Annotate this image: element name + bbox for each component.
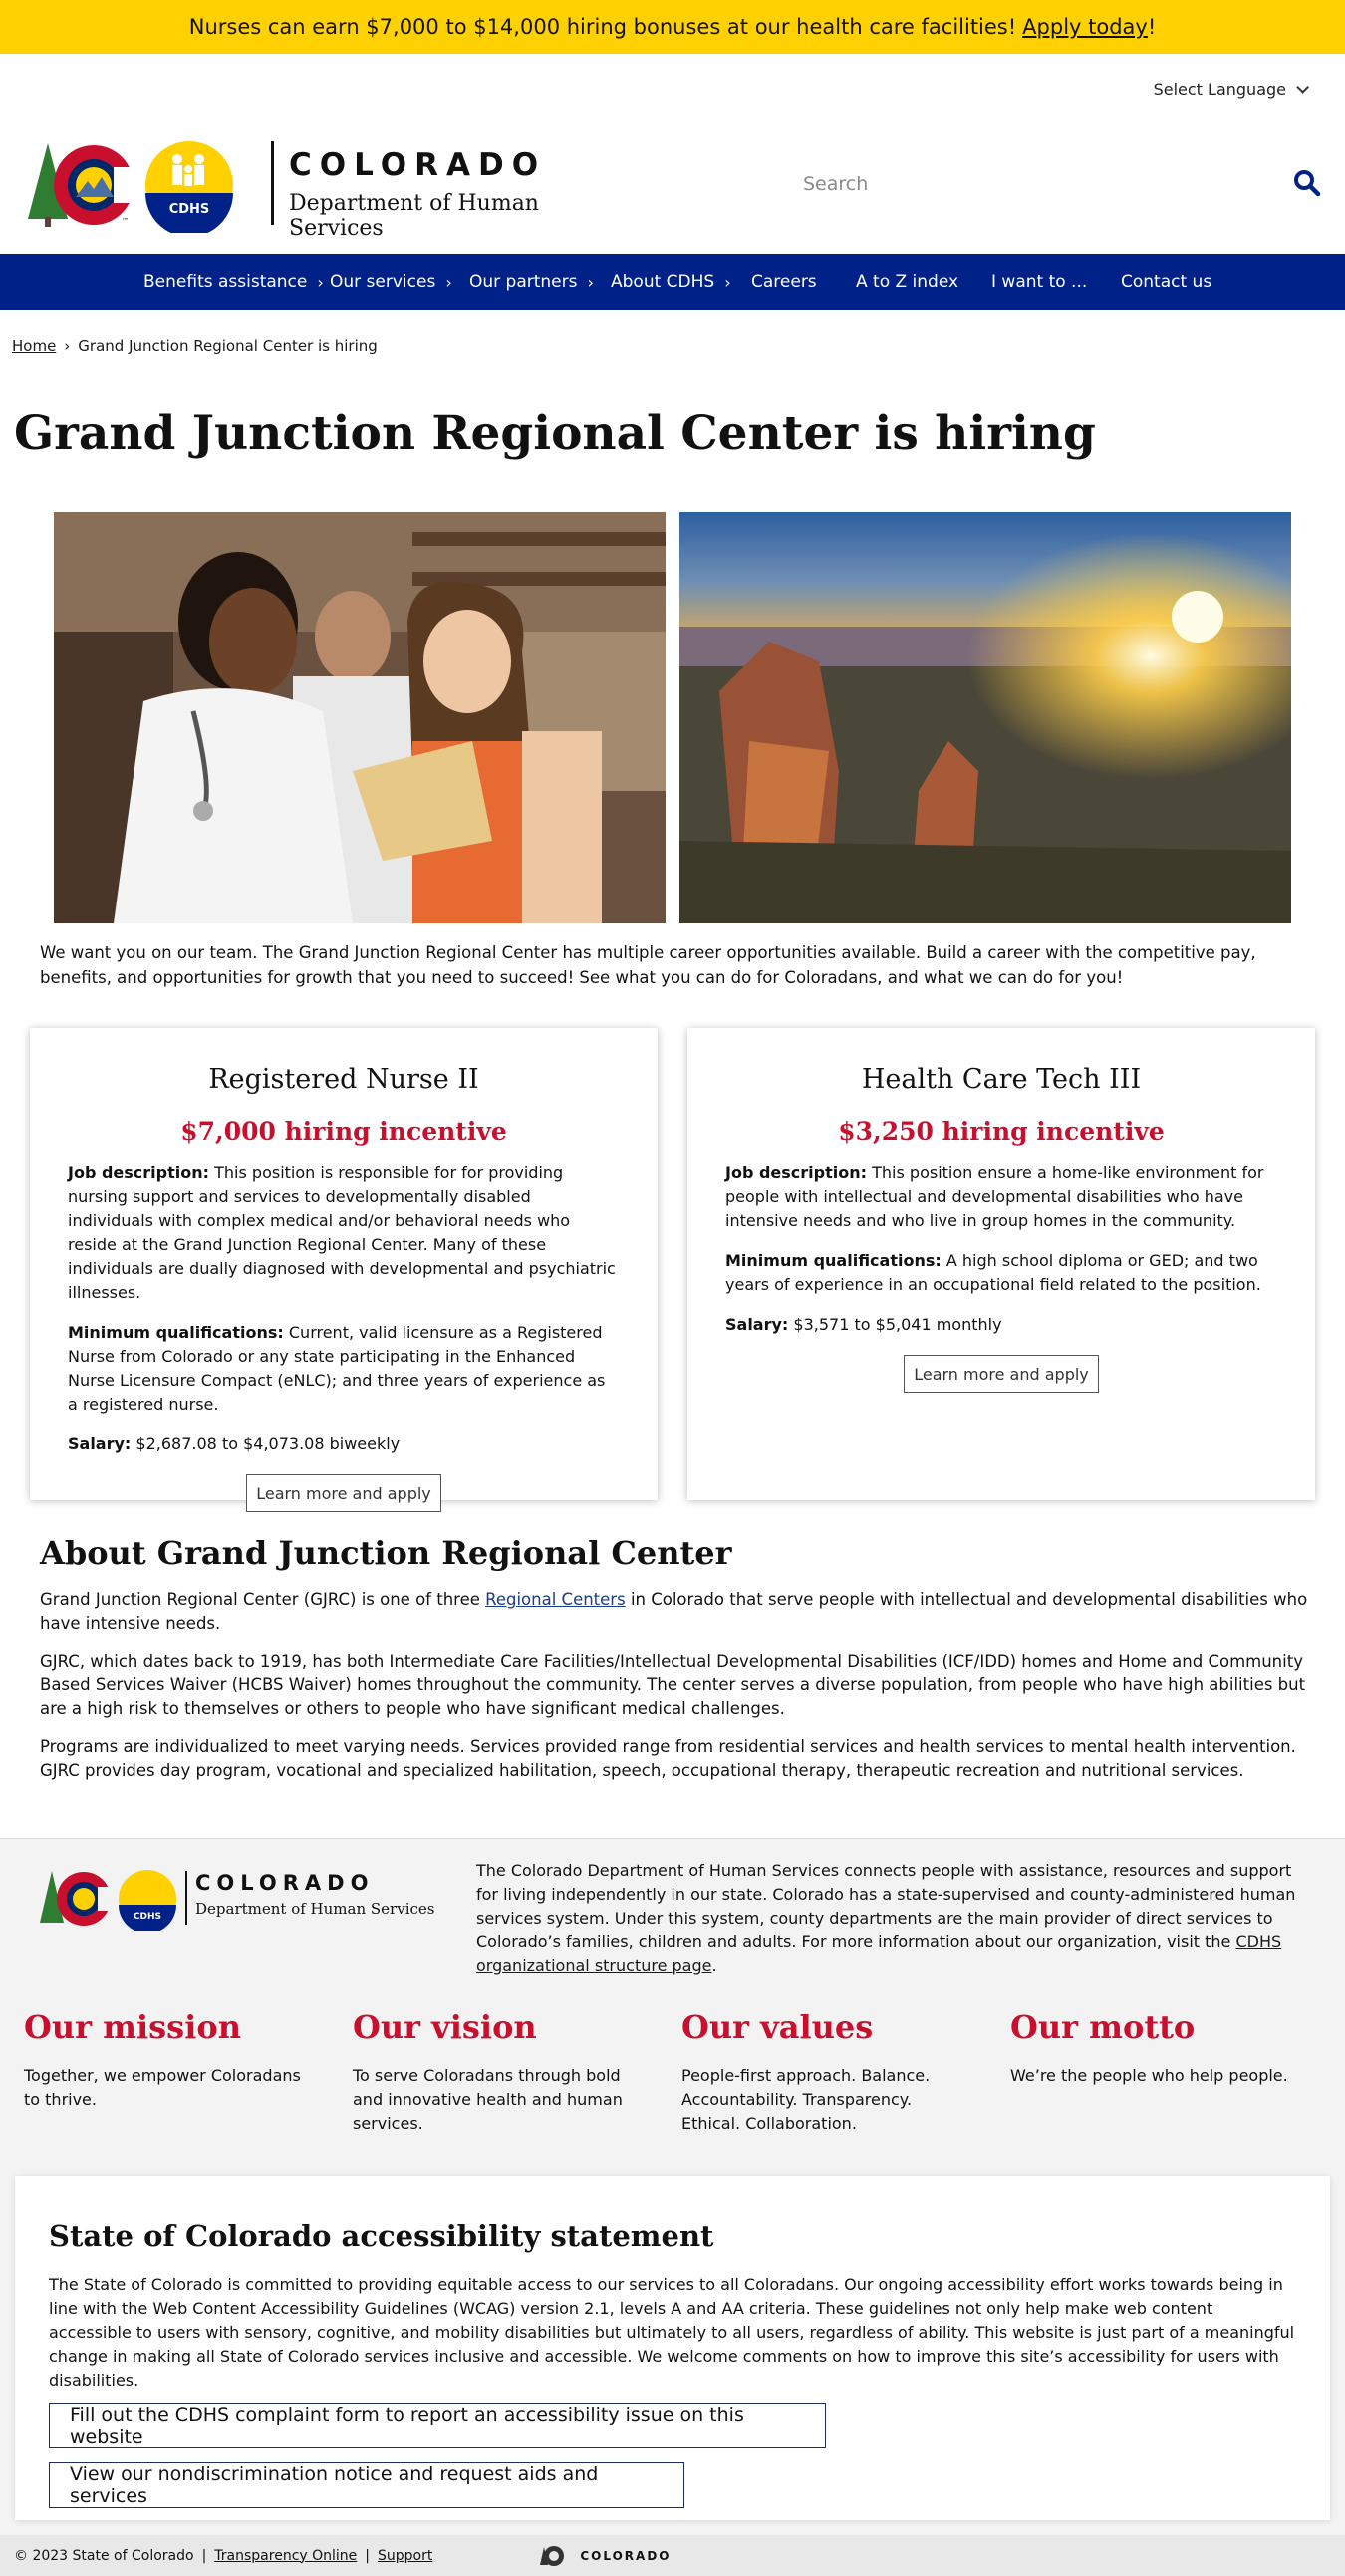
job-qualifications: Minimum qualifications: A high school di…: [725, 1251, 1261, 1294]
language-select[interactable]: Select Language: [1153, 80, 1309, 99]
search-icon[interactable]: [1293, 169, 1321, 201]
job-qualifications: Minimum qualifications: Current, valid l…: [68, 1323, 606, 1414]
learn-more-apply-button[interactable]: Learn more and apply: [246, 1474, 441, 1512]
job-title: Registered Nurse II: [208, 1064, 479, 1095]
chevron-right-icon: ›: [317, 272, 324, 292]
logo-state-name: COLORADO: [289, 147, 547, 183]
search-input[interactable]: Search: [803, 173, 868, 195]
motto-heading: Our motto: [1010, 2008, 1196, 2046]
nav-about-cdhs[interactable]: About CDHS ›: [611, 254, 731, 310]
accessibility-text: The State of Colorado is committed to pr…: [49, 2275, 1295, 2390]
page-title: Grand Junction Regional Center is hiring: [14, 406, 1096, 461]
job-card-health-care-tech: Health Care Tech III $3,250 hiring incen…: [687, 1028, 1315, 1500]
nav-a-to-z-index[interactable]: A to Z index: [856, 254, 958, 310]
footer-logo[interactable]: CDHS COLORADO Department of Human Servic…: [40, 1867, 438, 1933]
regional-centers-link[interactable]: Regional Centers: [485, 1590, 626, 1609]
nav-benefits-assistance[interactable]: Benefits assistance ›: [143, 254, 324, 310]
job-description: Job description: This position ensure a …: [725, 1163, 1264, 1230]
mission-column: Our mission Together, we empower Colorad…: [24, 2008, 313, 2112]
job-card-registered-nurse: Registered Nurse II $7,000 hiring incent…: [30, 1028, 658, 1512]
hiring-incentive: $7,000 hiring incentive: [180, 1117, 507, 1146]
values-column: Our values People-first approach. Balanc…: [681, 2008, 970, 2136]
intro-paragraph: We want you on our team. The Grand Junct…: [40, 943, 1256, 987]
main-nav: Benefits assistance › Our services › Our p…: [0, 254, 1345, 310]
footer-logo-dept: Department of Human Services: [195, 1900, 435, 1918]
nav-careers[interactable]: Careers: [751, 254, 817, 310]
bottom-bar: © 2023 State of Colorado | Transparency …: [0, 2535, 1345, 2576]
nav-i-want-to[interactable]: I want to ...: [991, 254, 1087, 310]
colorado-logo-icon: ™ CDHS: [28, 141, 233, 237]
about-paragraph-3: Programs are individualized to meet vary…: [40, 1737, 1296, 1780]
footer-description: The Colorado Department of Human Service…: [476, 1861, 1296, 1975]
complaint-form-button[interactable]: Fill out the CDHS complaint form to repo…: [49, 2403, 826, 2448]
breadcrumb-current: Grand Junction Regional Center is hiring: [78, 337, 378, 355]
chevron-right-icon: ›: [724, 272, 731, 292]
logo-text: COLORADO Department of Human Services: [289, 147, 616, 241]
banner-text: Nurses can earn $7,000 to $14,000 hiring…: [188, 15, 1017, 39]
job-title: Health Care Tech III: [861, 1064, 1142, 1095]
motto-text: We’re the people who help people.: [1010, 2066, 1288, 2085]
hiring-banner: Nurses can earn $7,000 to $14,000 hiring…: [0, 0, 1345, 54]
chevron-right-icon: ›: [587, 272, 594, 292]
bottom-separator: |: [365, 2547, 371, 2564]
colorado-logo-icon: [540, 2545, 565, 2566]
colorado-monument-photo: [679, 512, 1291, 923]
job-salary: Salary: $3,571 to $5,041 monthly: [725, 1315, 1002, 1334]
accessibility-statement: State of Colorado accessibility statemen…: [15, 2176, 1330, 2520]
about-paragraph-1: Grand Junction Regional Center (GJRC) is…: [40, 1590, 1308, 1633]
job-description: Job description: This position is respon…: [68, 1163, 616, 1302]
cdhs-badge-text: CDHS: [169, 202, 210, 217]
nav-our-services[interactable]: Our services ›: [330, 254, 452, 310]
accessibility-heading: State of Colorado accessibility statemen…: [49, 2219, 714, 2253]
language-select-label: Select Language: [1153, 80, 1286, 99]
logo-department-name: Department of Human Services: [289, 191, 539, 241]
banner-suffix: !: [1147, 15, 1157, 39]
site-search[interactable]: Search: [803, 159, 1321, 209]
about-heading: About Grand Junction Regional Center: [40, 1534, 732, 1572]
svg-text:™: ™: [122, 217, 129, 225]
support-link[interactable]: Support: [378, 2548, 432, 2564]
nondiscrimination-button[interactable]: View our nondiscrimination notice and re…: [49, 2462, 684, 2508]
values-text: People-first approach. Balance. Accounta…: [681, 2066, 931, 2133]
learn-more-apply-button[interactable]: Learn more and apply: [904, 1355, 1099, 1393]
copyright: © 2023 State of Colorado: [14, 2547, 194, 2564]
mission-text: Together, we empower Coloradans to thriv…: [24, 2066, 301, 2109]
vision-text: To serve Coloradans through bold and inn…: [353, 2066, 623, 2133]
bottom-logo-text: COLORADO: [580, 2548, 672, 2563]
bottom-logo: COLORADO: [540, 2545, 671, 2567]
nav-our-partners[interactable]: Our partners ›: [469, 254, 594, 310]
hiring-incentive: $3,250 hiring incentive: [838, 1117, 1165, 1146]
logo-divider: [271, 141, 274, 225]
apply-today-link[interactable]: Apply today: [1022, 15, 1148, 39]
vision-heading: Our vision: [353, 2008, 537, 2046]
transparency-online-link[interactable]: Transparency Online: [214, 2548, 357, 2564]
chevron-right-icon: ›: [445, 272, 452, 292]
bottom-separator: |: [201, 2547, 207, 2564]
breadcrumb-home-link[interactable]: Home: [12, 337, 56, 355]
vision-column: Our vision To serve Coloradans through b…: [353, 2008, 642, 2136]
breadcrumb: Home › Grand Junction Regional Center is…: [12, 337, 378, 355]
chevron-down-icon: [1296, 81, 1309, 94]
values-heading: Our values: [681, 2008, 874, 2046]
motto-column: Our motto We’re the people who help peop…: [1010, 2008, 1299, 2088]
breadcrumb-separator: ›: [64, 337, 71, 355]
mission-heading: Our mission: [24, 2008, 241, 2046]
cdhs-badge-text: CDHS: [134, 1912, 161, 1922]
about-paragraph-2: GJRC, which dates back to 1919, has both…: [40, 1652, 1306, 1718]
footer-logo-state: COLORADO: [195, 1871, 375, 1895]
nurse-photo: [54, 512, 666, 923]
job-salary: Salary: $2,687.08 to $4,073.08 biweekly: [68, 1434, 401, 1453]
cdhs-logo[interactable]: ™ CDHS COLORADO Department of Human Serv…: [28, 137, 616, 241]
nav-contact-us[interactable]: Contact us: [1121, 254, 1211, 310]
